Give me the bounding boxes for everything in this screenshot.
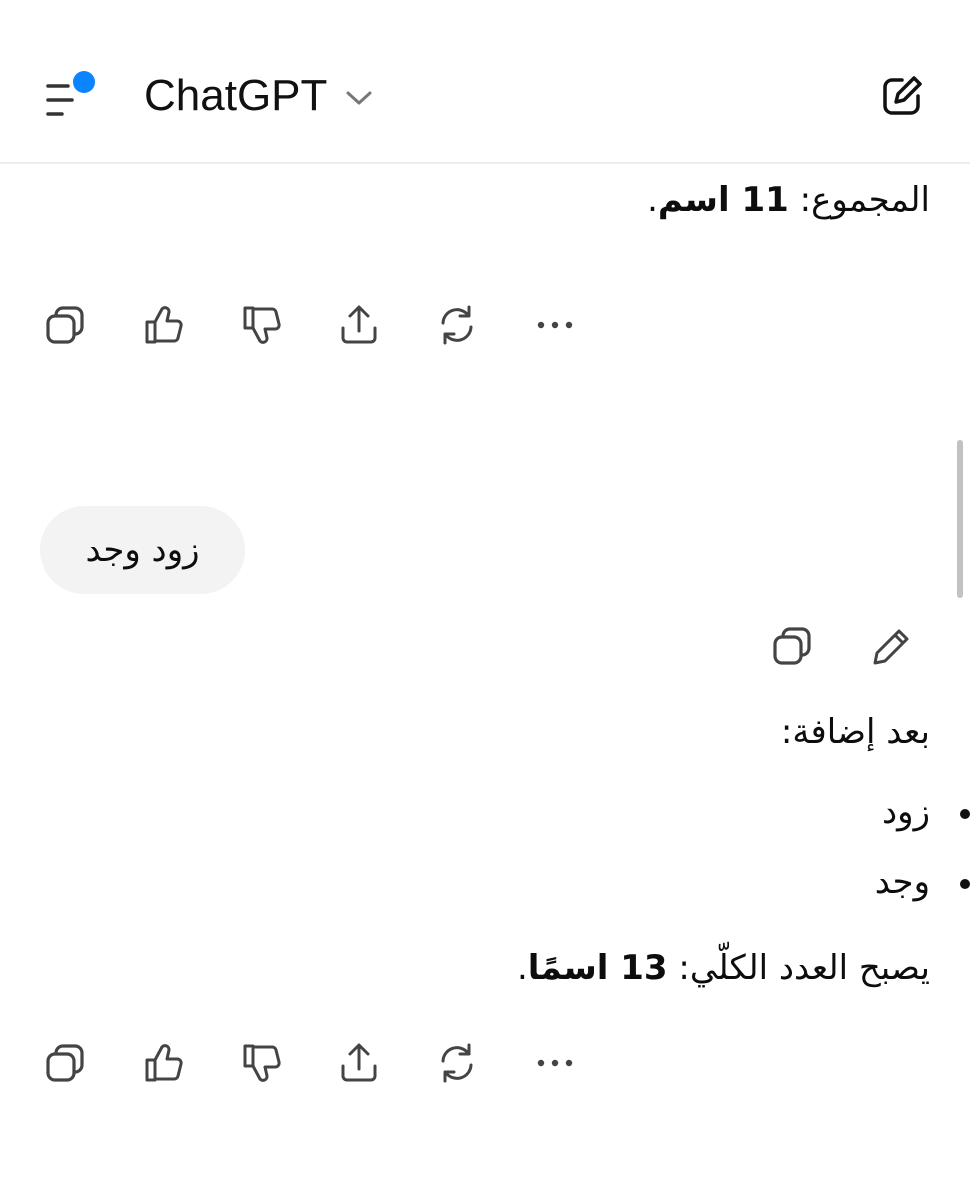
previous-total-text: المجموع: 11 اسم.	[647, 176, 930, 224]
total-label: المجموع:	[788, 180, 930, 220]
copy-button[interactable]	[40, 300, 90, 350]
bullet-marker	[960, 809, 970, 819]
copy-icon	[46, 1044, 84, 1082]
new-total-text: يصبح العدد الكلّي: 13 اسمًا.	[517, 944, 930, 992]
sidebar-menu-button[interactable]	[38, 66, 102, 122]
bullet-marker	[960, 879, 970, 889]
top-bar: ChatGPT	[0, 0, 970, 164]
app-title: ChatGPT	[144, 71, 328, 120]
thumbs-down-icon	[243, 1044, 281, 1082]
total-value: 11 اسم	[657, 180, 789, 220]
copy-icon	[46, 306, 84, 344]
share-button[interactable]	[334, 1038, 384, 1088]
share-button[interactable]	[334, 300, 384, 350]
copy-icon	[773, 627, 811, 665]
scrollbar-thumb[interactable]	[957, 440, 963, 598]
more-button[interactable]	[530, 1038, 580, 1088]
list-item: زود	[882, 792, 930, 832]
answer-actions-1	[40, 300, 628, 350]
regenerate-icon	[441, 305, 473, 345]
thumbs-down-button[interactable]	[236, 1038, 286, 1088]
thumbs-down-button[interactable]	[236, 300, 286, 350]
thumbs-up-button[interactable]	[138, 300, 188, 350]
chevron-down-icon	[346, 91, 372, 105]
thumbs-up-button[interactable]	[138, 1038, 188, 1088]
sidebar-menu-icon	[46, 84, 74, 116]
thumbs-down-icon	[243, 306, 281, 344]
share-icon	[341, 305, 377, 344]
more-icon	[537, 1059, 573, 1067]
added-names-list: زود وجد	[875, 788, 930, 928]
copy-button[interactable]	[40, 1038, 90, 1088]
share-icon	[341, 1043, 377, 1082]
user-message-text: زود وجد	[85, 530, 200, 570]
answer-intro: بعد إضافة:	[780, 712, 930, 752]
notification-dot	[73, 71, 95, 93]
edit-icon	[873, 629, 909, 665]
regenerate-icon	[441, 1043, 473, 1083]
answer-actions-2	[40, 1038, 628, 1088]
more-icon	[537, 321, 573, 329]
compose-icon	[883, 76, 922, 115]
list-item: وجد	[874, 862, 930, 902]
thumbs-up-icon	[145, 1044, 183, 1082]
user-message-actions	[766, 620, 918, 672]
copy-user-message-button[interactable]	[766, 620, 818, 672]
total-label: يصبح العدد الكلّي:	[667, 948, 930, 988]
regenerate-button[interactable]	[432, 300, 482, 350]
total-value: 13 اسمًا	[527, 948, 668, 988]
total-suffix: .	[516, 948, 528, 988]
regenerate-button[interactable]	[432, 1038, 482, 1088]
more-button[interactable]	[530, 300, 580, 350]
thumbs-up-icon	[145, 306, 183, 344]
user-message-bubble: زود وجد	[40, 506, 245, 594]
model-selector[interactable]: ChatGPT	[144, 68, 373, 124]
new-chat-button[interactable]	[876, 70, 928, 122]
edit-message-button[interactable]	[866, 620, 918, 672]
total-suffix: .	[647, 180, 658, 220]
